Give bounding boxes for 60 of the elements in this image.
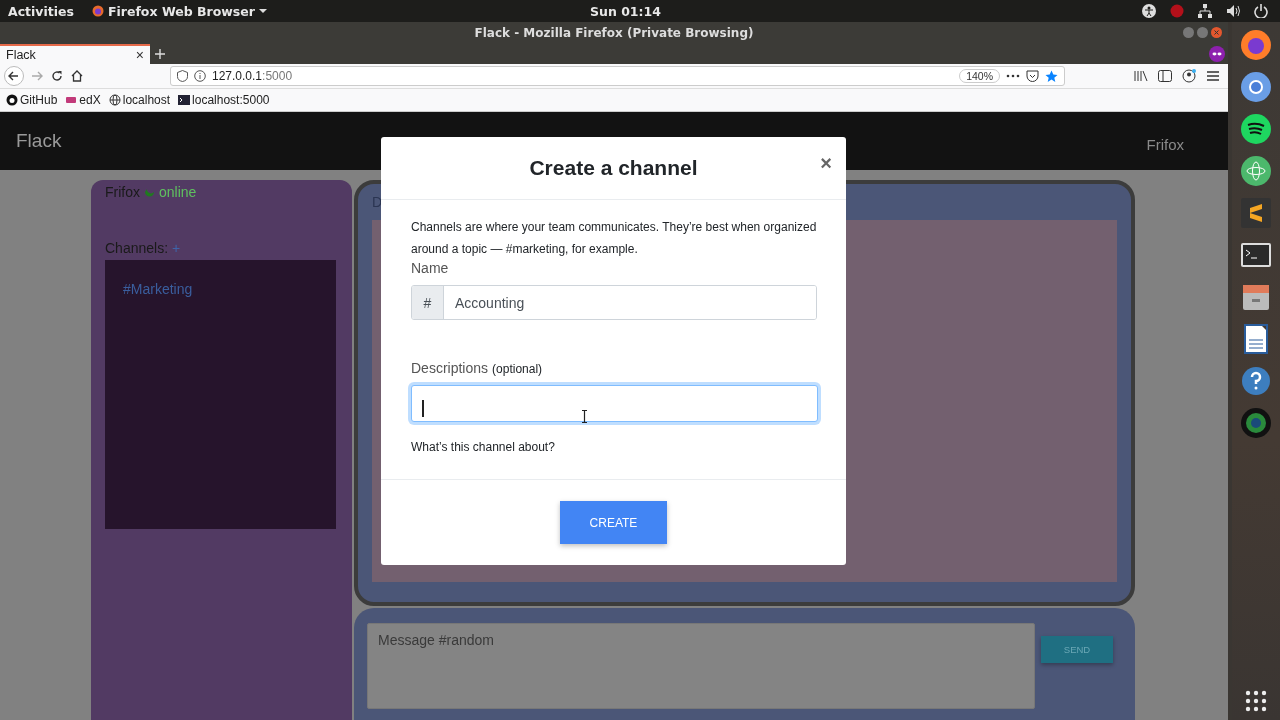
create-button[interactable]: CREATE	[560, 501, 667, 544]
leaf-icon	[144, 187, 155, 197]
user-name: Frifox	[105, 184, 140, 200]
bookmark[interactable]: edX	[65, 93, 101, 107]
home-icon[interactable]	[70, 69, 84, 83]
browser-tab[interactable]: Flack ×	[0, 44, 150, 64]
user-name[interactable]: Frifox	[1146, 135, 1184, 153]
name-field[interactable]: # Accounting	[411, 285, 817, 320]
help-text: What’s this channel about?	[411, 440, 556, 454]
network-icon[interactable]	[1198, 4, 1212, 18]
bookmark[interactable]: localhost:5000	[178, 93, 270, 107]
maximize-icon[interactable]	[1197, 27, 1208, 38]
help-icon[interactable]	[1239, 364, 1273, 398]
address-bar[interactable]: 127.0.0.1:5000 140%	[170, 66, 1065, 86]
menu-icon[interactable]	[1206, 70, 1220, 82]
accessibility-icon[interactable]	[1142, 4, 1156, 18]
channels-label: Channels:	[105, 240, 169, 256]
private-browsing-icon	[1209, 46, 1225, 62]
text-caret-icon	[422, 400, 424, 417]
atom-icon[interactable]	[1239, 154, 1273, 188]
message-field[interactable]: Message #random	[367, 623, 1035, 709]
dialog-title: Create a channel	[529, 156, 698, 180]
back-icon[interactable]	[4, 66, 24, 86]
app-menu[interactable]: Firefox Web Browser	[107, 3, 255, 19]
window-title: Flack - Mozilla Firefox (Private Browsing)	[474, 26, 754, 40]
optional-hint: (optional)	[492, 362, 543, 376]
camera-icon[interactable]	[1239, 406, 1273, 440]
record-icon[interactable]	[1170, 4, 1184, 18]
chrome-icon[interactable]	[1239, 70, 1273, 104]
bookmark[interactable]: localhost	[108, 93, 171, 107]
firefox-icon	[91, 5, 104, 17]
app-grid-icon[interactable]	[1245, 690, 1267, 712]
terminal-icon	[178, 94, 191, 106]
firefox-icon[interactable]	[1239, 28, 1273, 62]
shield-icon	[177, 70, 188, 82]
close-button[interactable]: ×	[820, 153, 832, 173]
description-label: Descriptions	[411, 360, 489, 376]
sidebar-icon[interactable]	[1158, 70, 1172, 82]
caret-icon	[258, 8, 267, 14]
reload-icon[interactable]	[50, 69, 64, 83]
text-cursor-icon	[581, 410, 588, 423]
status-text: online	[159, 184, 197, 200]
minimize-icon[interactable]	[1183, 27, 1194, 38]
clock[interactable]: Sun 01:14	[590, 4, 661, 19]
star-icon[interactable]	[1045, 69, 1058, 83]
intro-text: Channels are where your team communicates. They’re best when organized around a topic — #marketing, for example.	[411, 219, 817, 258]
bookmark[interactable]: GitHub	[6, 93, 58, 107]
power-icon[interactable]	[1254, 4, 1268, 18]
name-label: Name	[411, 260, 450, 276]
volume-icon[interactable]	[1226, 4, 1240, 18]
brand-name[interactable]: Flack	[16, 130, 62, 152]
close-icon[interactable]	[1211, 27, 1222, 38]
library-icon[interactable]	[1134, 70, 1148, 82]
activities-button[interactable]: Activities	[8, 3, 74, 19]
globe-icon	[108, 94, 121, 106]
info-icon	[194, 70, 206, 82]
spotify-icon[interactable]	[1239, 112, 1273, 146]
description-field[interactable]	[411, 385, 818, 422]
account-icon[interactable]	[1182, 69, 1196, 83]
pocket-icon[interactable]	[1026, 70, 1039, 82]
